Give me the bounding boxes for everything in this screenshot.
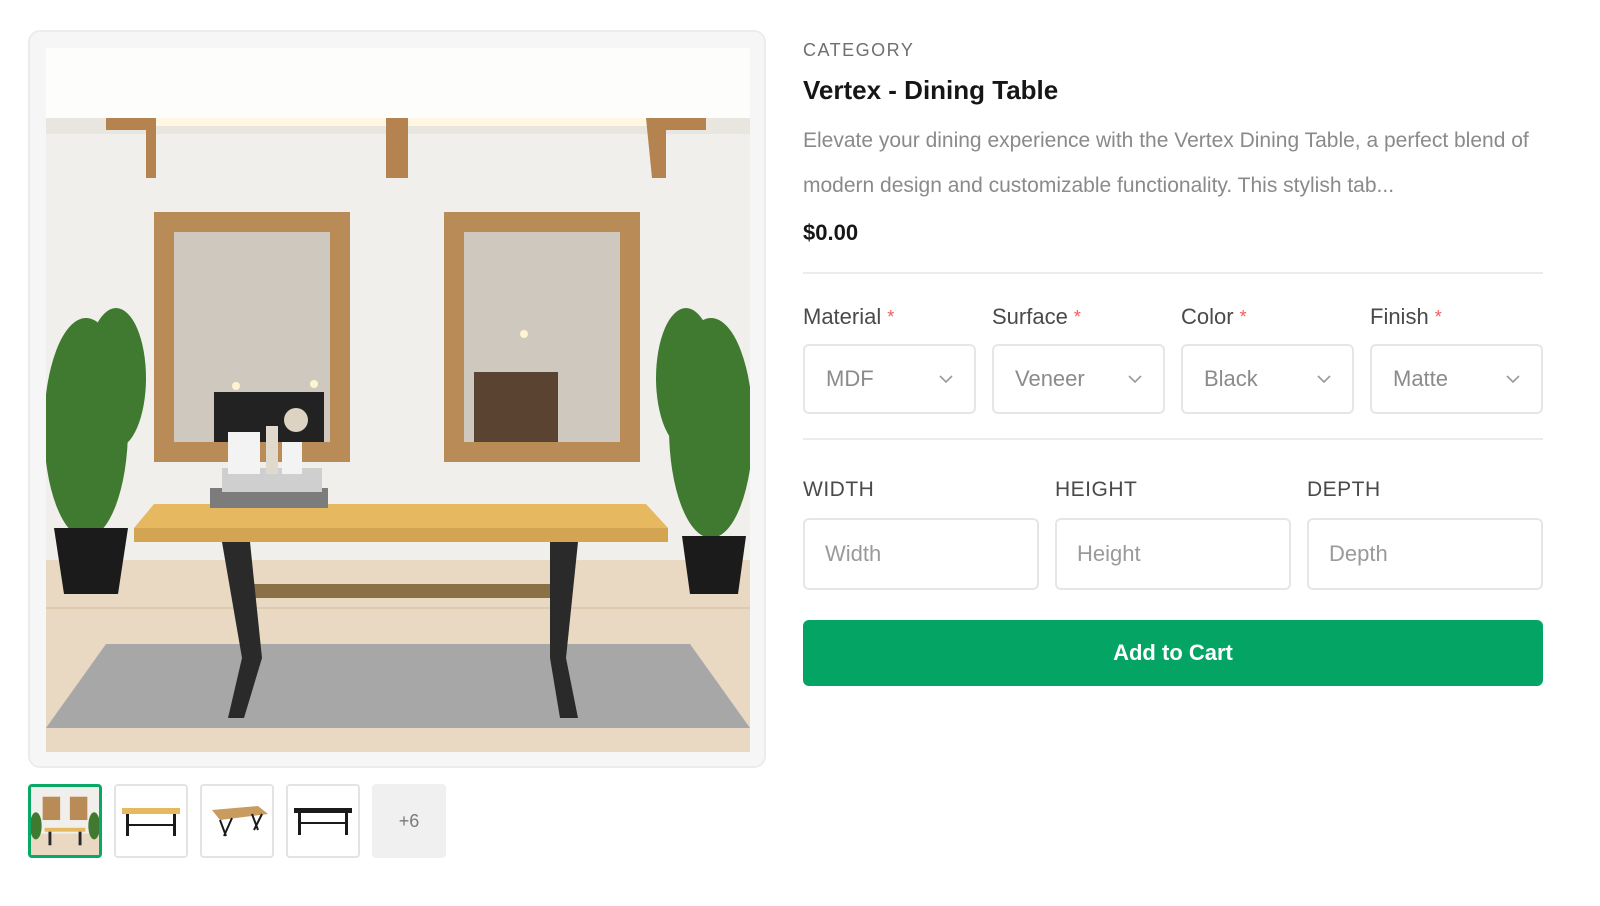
product-title: Vertex - Dining Table xyxy=(803,75,1059,105)
chevron-down-icon xyxy=(1317,375,1331,384)
option-surface: Surface * Veneer xyxy=(992,304,1165,414)
thumb-table-angled[interactable] xyxy=(200,784,274,858)
height-input[interactable] xyxy=(1055,518,1291,590)
chevron-down-icon xyxy=(939,375,953,384)
material-value: MDF xyxy=(826,366,874,391)
width-input[interactable] xyxy=(803,518,1039,590)
required-mark: * xyxy=(1239,306,1247,327)
depth-label: DEPTH xyxy=(1307,478,1381,501)
required-mark: * xyxy=(887,306,895,327)
dimension-height: HEIGHT xyxy=(1055,478,1291,590)
add-to-cart-button[interactable]: Add to Cart xyxy=(803,620,1543,686)
option-finish: Finish * Matte xyxy=(1370,304,1543,414)
dimension-depth: DEPTH xyxy=(1307,478,1543,590)
finish-value: Matte xyxy=(1393,366,1449,391)
product-page: +6 CATEGORY Vertex - Dining Table Elevat… xyxy=(0,0,1600,906)
option-material: Material * MDF xyxy=(803,304,976,414)
dimension-width: WIDTH xyxy=(803,478,1039,590)
divider xyxy=(803,272,1543,274)
surface-select[interactable]: Veneer xyxy=(992,344,1165,414)
depth-input[interactable] xyxy=(1307,518,1543,590)
product-price: $0.00 xyxy=(803,220,859,245)
cta-wrapper: Add to Cart xyxy=(803,620,1543,686)
more-images-button[interactable]: +6 xyxy=(372,784,446,858)
product-details: CATEGORY Vertex - Dining Table Elevate y… xyxy=(803,40,1543,686)
option-label-finish: Finish xyxy=(1370,304,1429,329)
thumb-room-scene[interactable] xyxy=(28,784,102,858)
product-category: CATEGORY xyxy=(803,40,915,60)
main-product-image[interactable] xyxy=(46,48,750,752)
color-select[interactable]: Black xyxy=(1181,344,1354,414)
chevron-down-icon xyxy=(1506,375,1520,384)
height-label: HEIGHT xyxy=(1055,478,1138,501)
thumb-table-black[interactable] xyxy=(286,784,360,858)
option-label-surface: Surface xyxy=(992,304,1068,329)
width-label: WIDTH xyxy=(803,478,875,501)
chevron-down-icon xyxy=(1128,375,1142,384)
divider xyxy=(803,438,1543,440)
option-selectors: Material * MDF Surface * Veneer Color * … xyxy=(803,304,1543,414)
main-image-frame xyxy=(28,30,766,768)
thumb-table-side[interactable] xyxy=(114,784,188,858)
surface-value: Veneer xyxy=(1015,366,1085,391)
thumbnail-strip: +6 xyxy=(28,784,446,858)
color-value: Black xyxy=(1204,366,1258,391)
product-description: Elevate your dining experience with the … xyxy=(803,129,1529,197)
dimension-inputs: WIDTH HEIGHT DEPTH xyxy=(803,478,1543,590)
required-mark: * xyxy=(1073,306,1081,327)
finish-select[interactable]: Matte xyxy=(1370,344,1543,414)
option-color: Color * Black xyxy=(1181,304,1354,414)
option-label-color: Color xyxy=(1181,304,1234,329)
more-images-count: +6 xyxy=(398,810,420,831)
required-mark: * xyxy=(1434,306,1442,327)
material-select[interactable]: MDF xyxy=(803,344,976,414)
option-label-material: Material xyxy=(803,304,882,329)
